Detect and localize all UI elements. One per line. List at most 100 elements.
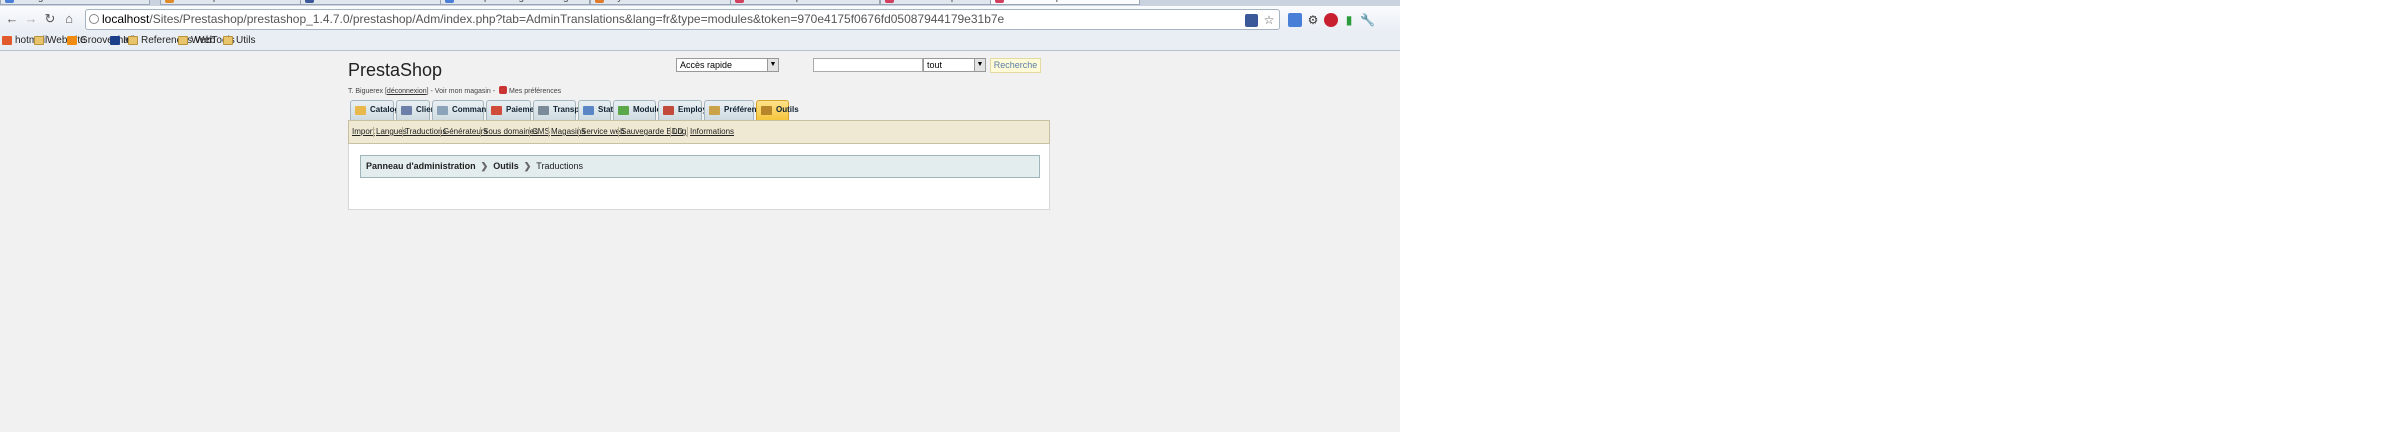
bookmark-star-icon[interactable]: ☆ [1262, 13, 1276, 27]
icl-icon [110, 36, 120, 45]
tab-label: Outils [776, 105, 799, 114]
signal-bars-icon[interactable]: ▮ [1342, 13, 1356, 27]
browser-window: Google Salade pissenlit avocat et cr Faceb… [0, 0, 1400, 432]
subnav-separator [548, 127, 549, 137]
tab-orders[interactable]: Commandes [432, 100, 500, 120]
globe-icon [89, 14, 99, 24]
google-favicon [5, 0, 14, 3]
tab-employees[interactable]: Employés [658, 100, 716, 120]
main-tabs: Catalogue Clients Commandes Paiement Transpo… [348, 100, 1050, 120]
adblock-icon[interactable] [1324, 13, 1338, 27]
breadcrumb-current: Traductions [536, 161, 583, 171]
prestashop-favicon [995, 0, 1004, 3]
browser-tab[interactable]: Google [0, 0, 150, 5]
back-arrow-icon[interactable]: ← [4, 11, 20, 27]
view-shop-text[interactable]: ] - Voir mon magasin - [427, 88, 495, 95]
stackoverflow-favicon [595, 0, 604, 3]
breadcrumb-section[interactable]: Outils [493, 161, 519, 171]
browser-tab-label: Salade pissenlit avocat et cr [179, 0, 304, 3]
shipping-icon [538, 106, 549, 115]
url-path: /Sites/Prestashop/prestashop_1.4.7.0/pre… [149, 12, 1005, 26]
browser-tab-label: My block can't is now e... [609, 0, 720, 3]
subnav-link[interactable]: Informations [690, 127, 734, 136]
browser-tab[interactable]: Facebook [300, 0, 450, 5]
tools-icon [761, 106, 772, 115]
browser-tab-label: PrestaShop [749, 0, 801, 3]
subnav-separator [529, 127, 530, 137]
prestashop-favicon [735, 0, 744, 3]
tab-tools[interactable]: Outils [756, 100, 799, 120]
subnav-link[interactable]: Import [352, 127, 375, 136]
browser-tab[interactable]: PrestaShop [730, 0, 880, 5]
wrench-icon[interactable]: 🔧 [1360, 13, 1375, 27]
folder-icon [34, 36, 44, 45]
tab-catalog[interactable]: Catalogue [350, 100, 409, 120]
subnav-link[interactable]: Log [673, 127, 686, 136]
browser-tab[interactable]: My block can't is now e... [590, 0, 740, 5]
bookmark-item[interactable]: Utils [223, 35, 255, 47]
subnav-separator [373, 127, 374, 137]
search-scope-select[interactable]: tout ▼ [923, 58, 986, 72]
subnav-separator [402, 127, 403, 137]
tab-payment[interactable]: Paiement [486, 100, 542, 120]
browser-tab[interactable]: Salade pissenlit avocat et cr [160, 0, 310, 5]
reload-icon[interactable]: ↻ [42, 11, 58, 27]
catalog-icon [355, 106, 366, 115]
gear-icon[interactable]: ⚙ [1306, 13, 1320, 27]
forward-arrow-icon[interactable]: → [23, 11, 39, 27]
address-bar[interactable]: localhost/Sites/Prestashop/prestashop_1.… [85, 9, 1280, 30]
quick-access-select[interactable]: Accès rapide ▼ [676, 58, 779, 72]
tab-modules[interactable]: Modules [613, 100, 665, 120]
url-host: localhost [102, 12, 150, 26]
user-name: T. Biguerex [ [348, 88, 387, 95]
tab-shipping[interactable]: Transport [533, 100, 590, 120]
breadcrumb-root[interactable]: Panneau d'administration [366, 161, 476, 171]
browser-tab-label: Facebook [319, 0, 363, 3]
breadcrumb-chevron-icon: ❯ [523, 161, 532, 171]
folder-icon [128, 36, 138, 45]
facebook-share-icon[interactable] [1245, 14, 1258, 27]
page-viewport: PrestaShop T. Biguerex [déconnexion] - V… [0, 52, 1400, 432]
payment-icon [491, 106, 502, 115]
browser-tab-label: Google [19, 0, 51, 3]
subnav-separator [687, 127, 688, 137]
browser-tab-label: boutique en ligne - Google [459, 0, 576, 3]
employees-icon [663, 106, 674, 115]
browser-tab-label: PrestaShop - Panneau d'... [1009, 0, 1129, 3]
subnav-separator [480, 127, 481, 137]
search-button[interactable]: Recherche [990, 58, 1041, 73]
subnav-separator [618, 127, 619, 137]
tab-stats[interactable]: Stats [578, 100, 618, 120]
tab-preferences[interactable]: Préférences [704, 100, 770, 120]
home-icon[interactable]: ⌂ [61, 11, 77, 27]
recipe-favicon [165, 0, 174, 3]
windows-live-icon [2, 36, 12, 45]
facebook-favicon [305, 0, 314, 3]
search-input[interactable] [813, 58, 923, 72]
subnav-separator [670, 127, 671, 137]
preferences-icon [499, 86, 508, 94]
content-area: Panneau d'administration ❯ Outils ❯ Traducti… [348, 144, 1050, 210]
quick-access-value: Accès rapide [680, 60, 733, 70]
stats-icon [583, 106, 594, 115]
subnav-separator [440, 127, 441, 137]
bookmark-label: Utils [236, 35, 256, 46]
extension-window-icon[interactable] [1288, 13, 1302, 27]
preferences-icon [709, 106, 720, 115]
chevron-down-icon: ▼ [974, 59, 985, 71]
my-preferences-link[interactable]: Mes préférences [509, 88, 561, 95]
customers-icon [401, 106, 412, 115]
logout-link[interactable]: déconnexion [387, 88, 427, 95]
google-favicon [445, 0, 454, 3]
prestashop-logo[interactable]: PrestaShop [348, 60, 442, 81]
browser-tab[interactable]: boutique en ligne - Google [440, 0, 590, 5]
bookmarks-bar: hotmailWeb siteGroovesharkIclReferences … [0, 32, 1400, 51]
user-bar: T. Biguerex [déconnexion] - Voir mon mag… [348, 86, 561, 95]
tab-customers[interactable]: Clients [396, 100, 443, 120]
admin-panel: PrestaShop T. Biguerex [déconnexion] - V… [348, 52, 1050, 210]
grooveshark-icon [67, 36, 77, 45]
tools-subnav: Import Langues Traductions Générateurs Sous … [348, 120, 1050, 144]
browser-toolbar: ← → ↻ ⌂ localhost/Sites/Prestashop/prest… [0, 6, 1400, 32]
search-scope-value: tout [927, 60, 943, 70]
browser-tab[interactable]: PrestaShop - Panneau d'... [990, 0, 1140, 5]
